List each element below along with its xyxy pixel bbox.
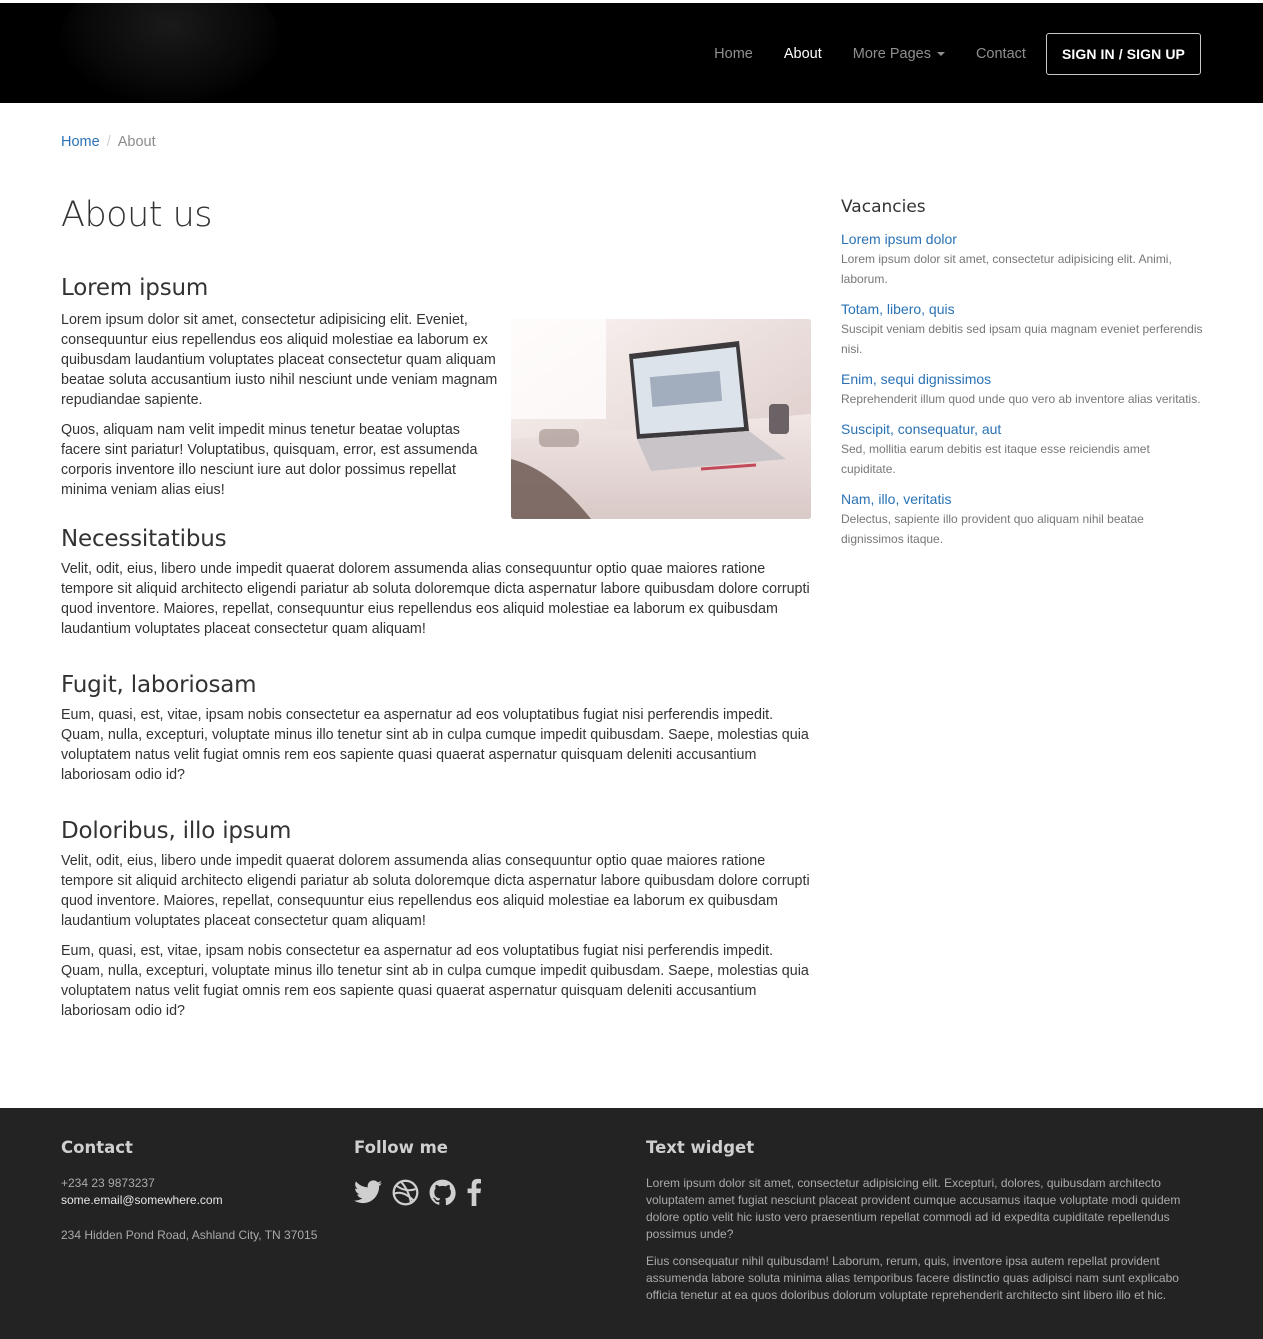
section-doloribus: Doloribus, illo ipsum Velit, odit, eius,…	[61, 818, 811, 1021]
contact-phone: +234 23 9873237	[61, 1176, 155, 1190]
vacancy-description: Sed, mollitia earum debitis est itaque e…	[841, 442, 1150, 476]
footer-text-widget-title: Text widget	[646, 1138, 755, 1157]
footer-text-widget: Text widget Lorem ipsum dolor sit amet, …	[646, 1138, 1186, 1304]
vacancy-description: Lorem ipsum dolor sit amet, consectetur …	[841, 252, 1172, 286]
nav-more-pages-label: More Pages	[852, 46, 931, 62]
section-necessitatibus: Necessitatibus Velit, odit, eius, libero…	[61, 526, 811, 639]
logo[interactable]	[60, 3, 280, 103]
vacancy-description: Reprehenderit illum quod unde quo vero a…	[841, 392, 1201, 406]
vacancy-link[interactable]: Nam, illo, veritatis	[841, 489, 1203, 509]
footer: Contact +234 23 9873237 some.email@somew…	[0, 1108, 1263, 1339]
breadcrumb-separator: /	[106, 134, 111, 150]
footer-follow: Follow me	[354, 1138, 614, 1206]
section-heading: Lorem ipsum	[61, 275, 209, 301]
vacancy-description: Delectus, sapiente illo provident quo al…	[841, 512, 1144, 546]
vacancy-item: Enim, sequi dignissimos Reprehenderit il…	[841, 369, 1203, 409]
vacancy-link[interactable]: Suscipit, consequatur, aut	[841, 419, 1203, 439]
page-title: About us	[61, 195, 213, 235]
vacancies-sidebar: Vacancies Lorem ipsum dolor Lorem ipsum …	[841, 197, 1203, 559]
section-paragraph: Eum, quasi, est, vitae, ipsam nobis cons…	[61, 707, 809, 783]
section-heading: Doloribus, illo ipsum	[61, 818, 292, 844]
navbar: Home About More Pages Contact SIGN IN / …	[0, 3, 1263, 103]
vacancy-item: Totam, libero, quis Suscipit veniam debi…	[841, 299, 1203, 359]
sidebar-title: Vacancies	[841, 197, 926, 217]
laptop-photo	[511, 319, 811, 519]
breadcrumb-home[interactable]: Home	[61, 134, 100, 150]
section-paragraph: Lorem ipsum dolor sit amet, consectetur …	[61, 312, 498, 408]
text-widget-paragraph: Lorem ipsum dolor sit amet, consectetur …	[646, 1176, 1181, 1241]
vacancy-item: Suscipit, consequatur, aut Sed, mollitia…	[841, 419, 1203, 479]
footer-contact: Contact +234 23 9873237 some.email@somew…	[61, 1138, 331, 1244]
social-icons	[354, 1178, 614, 1206]
github-icon[interactable]	[429, 1179, 456, 1206]
vacancy-link[interactable]: Lorem ipsum dolor	[841, 229, 1203, 249]
main-content: About us Lorem ipsum Lorem ipsum dolor s…	[61, 190, 811, 1021]
section-paragraph: Velit, odit, eius, libero unde impedit q…	[61, 853, 810, 929]
text-widget-paragraph: Eius consequatur nihil quibusdam! Laboru…	[646, 1254, 1179, 1302]
breadcrumb: Home / About	[61, 134, 156, 150]
footer-follow-title: Follow me	[354, 1138, 448, 1157]
section-heading: Necessitatibus	[61, 526, 227, 552]
vacancy-item: Lorem ipsum dolor Lorem ipsum dolor sit …	[841, 229, 1203, 289]
nav-contact[interactable]: Contact	[976, 46, 1026, 62]
sign-in-button[interactable]: SIGN IN / SIGN UP	[1045, 33, 1201, 75]
breadcrumb-current: About	[117, 134, 156, 150]
vacancy-item: Nam, illo, veritatis Delectus, sapiente …	[841, 489, 1203, 549]
contact-email[interactable]: some.email@somewhere.com	[61, 1192, 331, 1209]
section-paragraph: Velit, odit, eius, libero unde impedit q…	[61, 561, 810, 637]
nav-more-pages[interactable]: More Pages	[853, 46, 945, 62]
footer-contact-title: Contact	[61, 1138, 133, 1157]
nav-home[interactable]: Home	[714, 46, 753, 62]
section-fugit: Fugit, laboriosam Eum, quasi, est, vitae…	[61, 672, 811, 785]
facebook-icon[interactable]	[466, 1178, 482, 1206]
section-paragraph: Quos, aliquam nam velit impedit minus te…	[61, 422, 478, 498]
vacancy-link[interactable]: Totam, libero, quis	[841, 299, 1203, 319]
twitter-icon[interactable]	[354, 1180, 382, 1204]
laptop-photo-illustration	[511, 319, 811, 519]
section-heading: Fugit, laboriosam	[61, 672, 257, 698]
caret-down-icon	[936, 52, 945, 57]
contact-address: 234 Hidden Pond Road, Ashland City, TN 3…	[61, 1228, 318, 1242]
section-paragraph: Eum, quasi, est, vitae, ipsam nobis cons…	[61, 943, 809, 1019]
main-nav: Home About More Pages Contact SIGN IN / …	[714, 33, 1201, 75]
vacancy-link[interactable]: Enim, sequi dignissimos	[841, 369, 1203, 389]
dribbble-icon[interactable]	[392, 1179, 419, 1206]
nav-about[interactable]: About	[784, 46, 822, 62]
vacancy-description: Suscipit veniam debitis sed ipsam quia m…	[841, 322, 1203, 356]
